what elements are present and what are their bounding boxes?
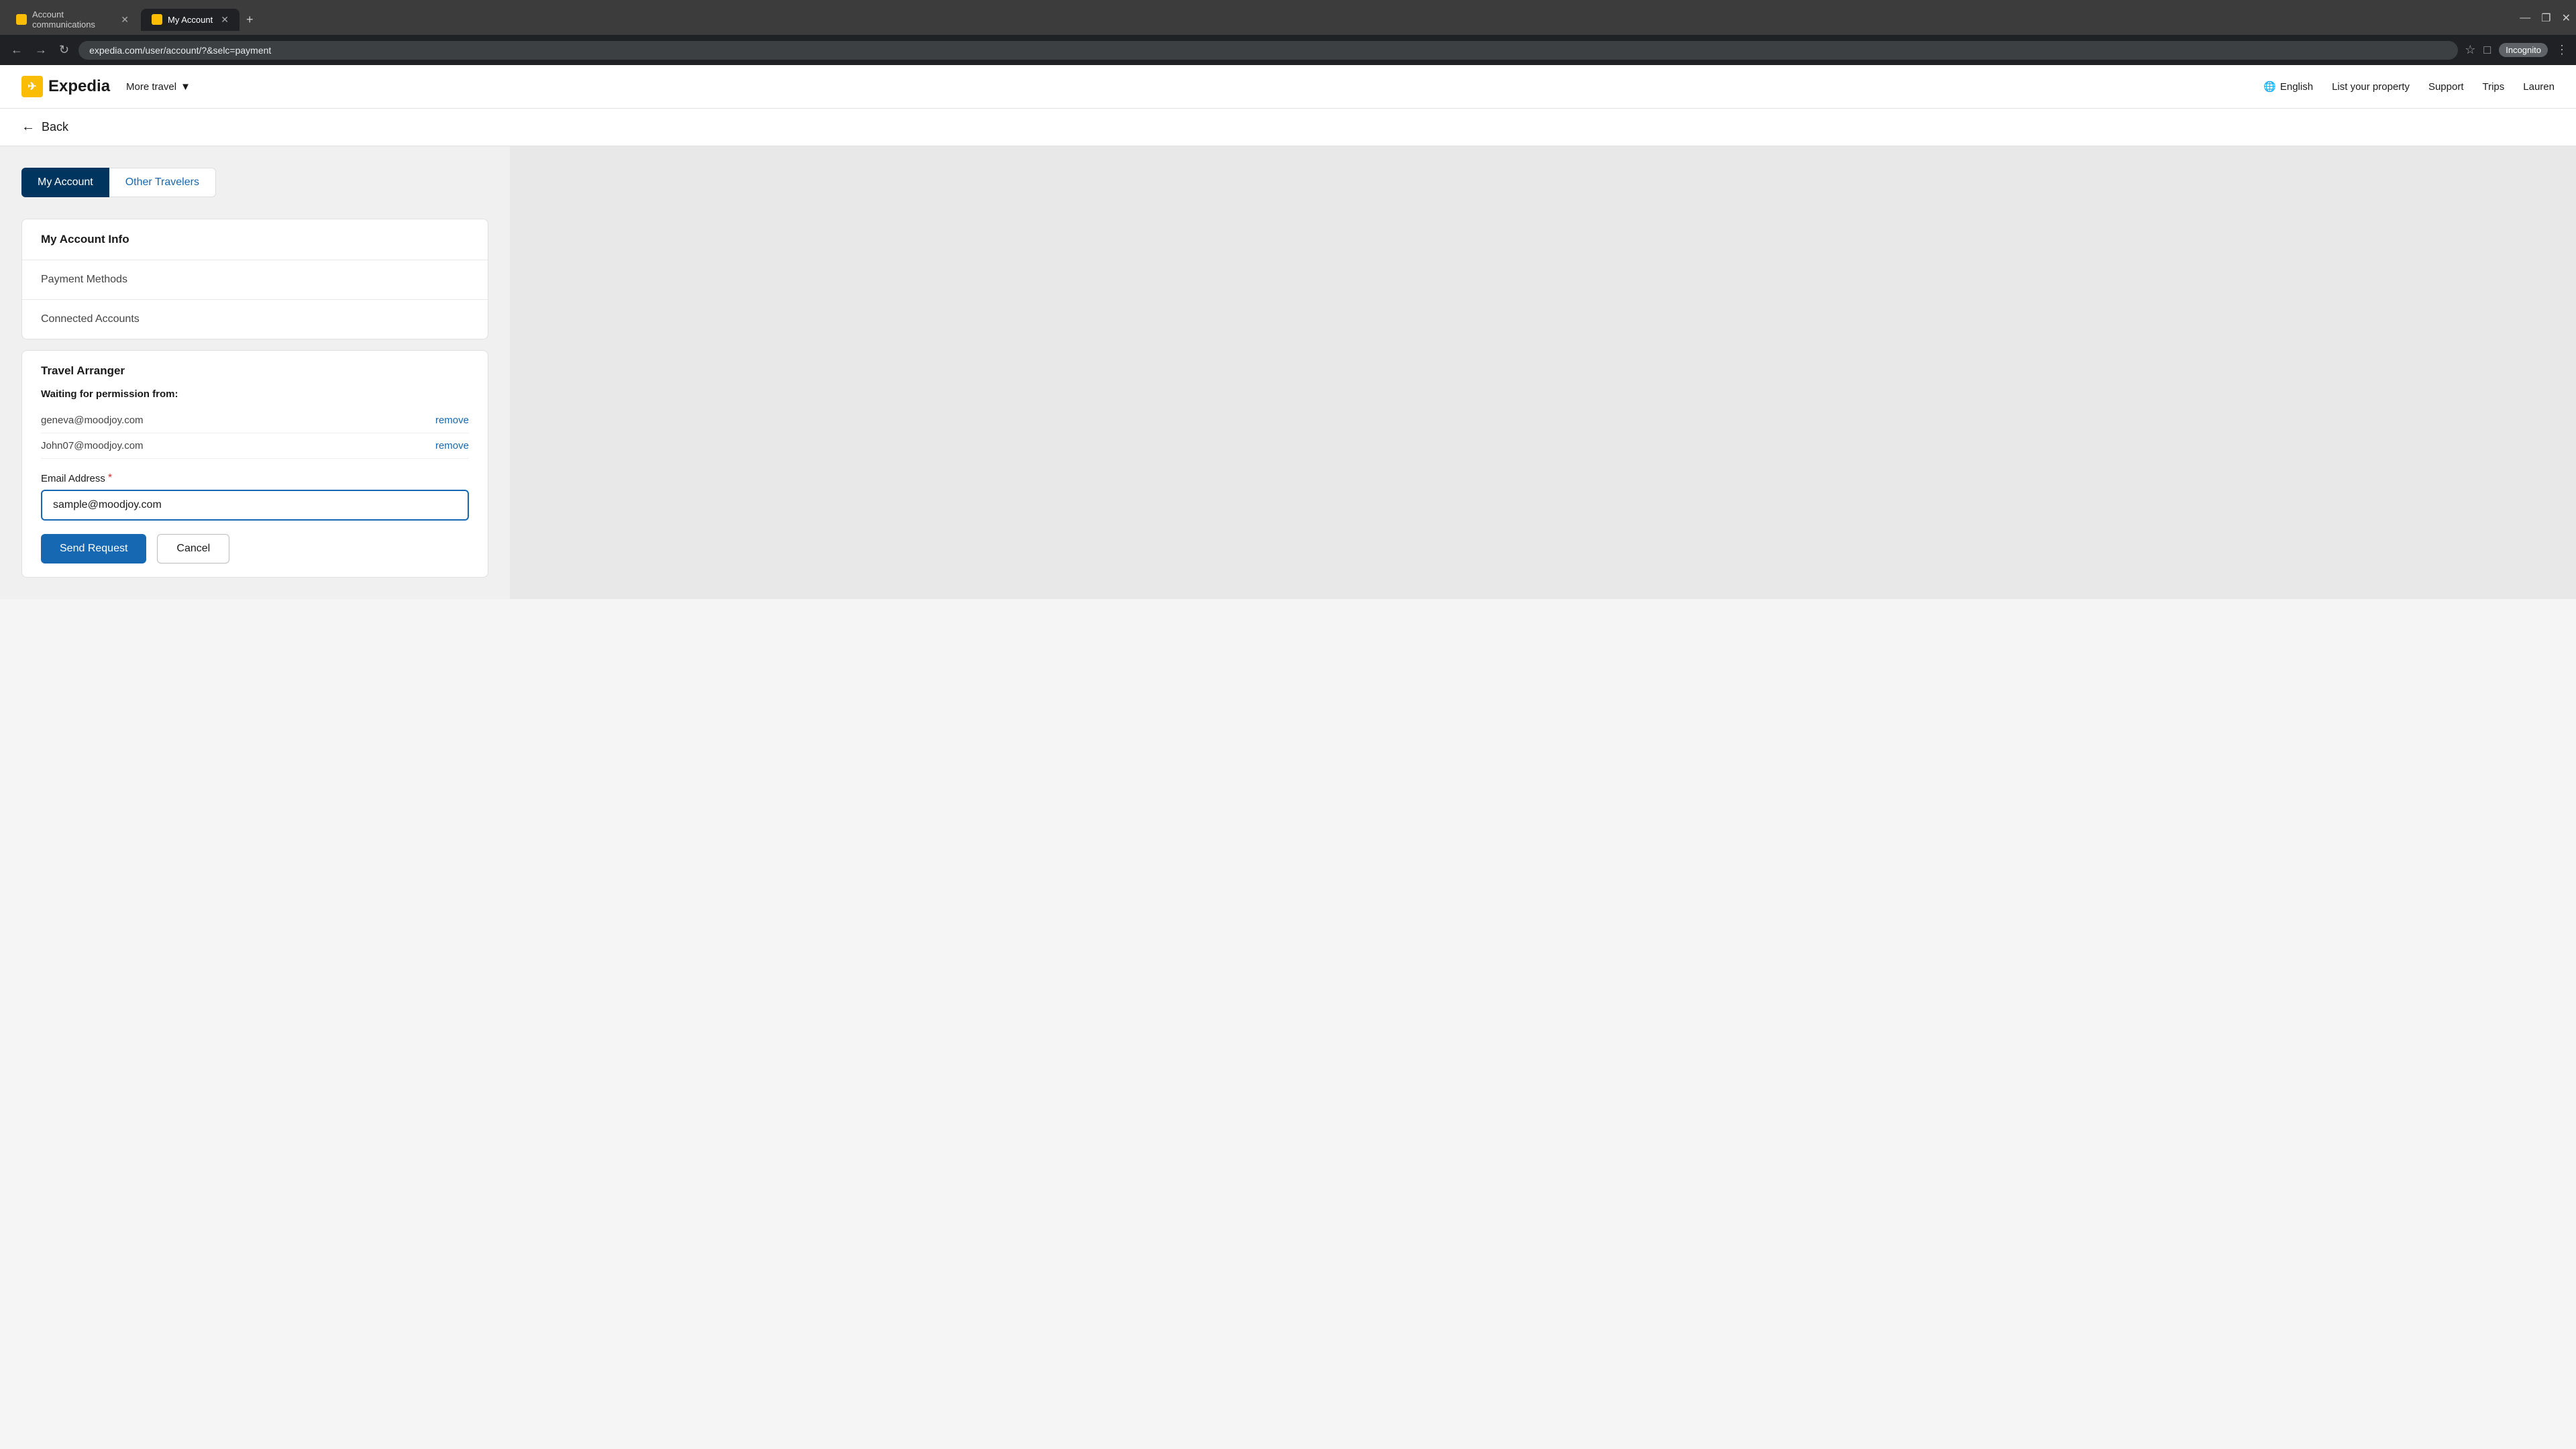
reload-button[interactable]: ↻	[56, 40, 72, 60]
more-travel-nav[interactable]: More travel ▼	[126, 81, 191, 93]
trips-label: Trips	[2483, 81, 2505, 93]
send-request-button[interactable]: Send Request	[41, 534, 146, 564]
travel-arranger-section: Travel Arranger Waiting for permission f…	[21, 350, 488, 578]
site-header: ✈ Expedia More travel ▼ 🌐 English List y…	[0, 65, 2576, 109]
account-info-card: My Account Info Payment Methods Connecte…	[21, 219, 488, 339]
back-arrow-icon[interactable]: ←	[21, 119, 35, 135]
forward-nav-button[interactable]: →	[32, 40, 50, 60]
list-property-link[interactable]: List your property	[2332, 81, 2410, 93]
back-bar: ← Back	[0, 109, 2576, 146]
tab-account-communications[interactable]: Account communications ✕	[5, 4, 140, 35]
window-controls: — ❐ ✕	[2520, 11, 2571, 28]
tab-icon-2	[152, 14, 162, 25]
payment-methods-label: Payment Methods	[41, 274, 127, 285]
email-input[interactable]	[41, 490, 469, 521]
list-property-label: List your property	[2332, 81, 2410, 93]
tab-my-account[interactable]: My Account ✕	[141, 9, 239, 31]
page-content: ✈ Expedia More travel ▼ 🌐 English List y…	[0, 65, 2576, 599]
tab-label-1: Account communications	[32, 9, 113, 30]
email-label-text: Email Address	[41, 473, 105, 484]
support-label: Support	[2428, 81, 2464, 93]
tab-close-2[interactable]: ✕	[221, 14, 229, 25]
my-account-info-section[interactable]: My Account Info	[22, 219, 488, 260]
tab-icon-1	[16, 14, 27, 25]
tab-other-travelers-btn[interactable]: Other Travelers	[109, 168, 216, 197]
required-star: *	[108, 472, 112, 484]
support-link[interactable]: Support	[2428, 81, 2464, 93]
travel-arranger-title: Travel Arranger	[41, 364, 469, 378]
header-right: 🌐 English List your property Support Tri…	[2263, 80, 2555, 93]
user-label: Lauren	[2523, 81, 2555, 93]
address-bar-row: ← → ↻ ☆ □ Incognito ⋮	[0, 35, 2576, 65]
back-nav-button[interactable]: ←	[8, 40, 25, 60]
star-button[interactable]: ☆	[2465, 43, 2475, 57]
back-label: Back	[42, 120, 68, 134]
tab-close-1[interactable]: ✕	[121, 14, 129, 25]
logo-text: Expedia	[48, 77, 110, 96]
more-travel-label: More travel	[126, 81, 176, 93]
connected-accounts-label: Connected Accounts	[41, 313, 140, 325]
cancel-button[interactable]: Cancel	[157, 534, 229, 564]
language-label: English	[2280, 81, 2313, 93]
close-button[interactable]: ✕	[2562, 11, 2571, 25]
left-panel: My Account Other Travelers My Account In…	[0, 146, 510, 599]
email-label: Email Address *	[41, 472, 469, 484]
trips-link[interactable]: Trips	[2483, 81, 2505, 93]
menu-button[interactable]: ⋮	[2556, 43, 2568, 57]
connected-accounts-section[interactable]: Connected Accounts	[22, 300, 488, 339]
account-info-title: My Account Info	[41, 233, 129, 246]
account-tabs: My Account Other Travelers	[21, 168, 488, 197]
minimize-button[interactable]: —	[2520, 12, 2530, 24]
restore-button[interactable]: ❐	[2541, 11, 2551, 25]
split-view-button[interactable]: □	[2483, 43, 2491, 57]
payment-methods-section[interactable]: Payment Methods	[22, 260, 488, 300]
remove-link-1[interactable]: remove	[435, 415, 469, 426]
permission-email-1: geneva@moodjoy.com	[41, 415, 144, 426]
logo-icon: ✈	[21, 76, 43, 97]
logo[interactable]: ✈ Expedia	[21, 76, 110, 97]
permission-entry-1: geneva@moodjoy.com remove	[41, 408, 469, 433]
user-account-link[interactable]: Lauren	[2523, 81, 2555, 93]
tab-bar: Account communications ✕ My Account ✕ + …	[0, 0, 2576, 35]
address-bar-input[interactable]	[78, 41, 2458, 60]
form-actions: Send Request Cancel	[41, 534, 469, 564]
language-selector[interactable]: 🌐 English	[2263, 80, 2313, 93]
tab-my-account-btn[interactable]: My Account	[21, 168, 109, 197]
browser-actions: ☆ □ Incognito ⋮	[2465, 43, 2568, 57]
incognito-badge: Incognito	[2499, 43, 2548, 57]
email-form: Email Address * Send Request Cancel	[41, 472, 469, 564]
waiting-label: Waiting for permission from:	[41, 388, 469, 400]
remove-link-2[interactable]: remove	[435, 440, 469, 451]
right-panel	[510, 146, 2576, 599]
globe-icon: 🌐	[2263, 80, 2276, 93]
permission-entry-2: John07@moodjoy.com remove	[41, 433, 469, 459]
tab-label-2: My Account	[168, 15, 213, 25]
browser-chrome: Account communications ✕ My Account ✕ + …	[0, 0, 2576, 65]
main-layout: My Account Other Travelers My Account In…	[0, 146, 2576, 599]
chevron-down-icon: ▼	[180, 81, 191, 93]
new-tab-button[interactable]: +	[241, 10, 259, 30]
permission-email-2: John07@moodjoy.com	[41, 440, 144, 451]
